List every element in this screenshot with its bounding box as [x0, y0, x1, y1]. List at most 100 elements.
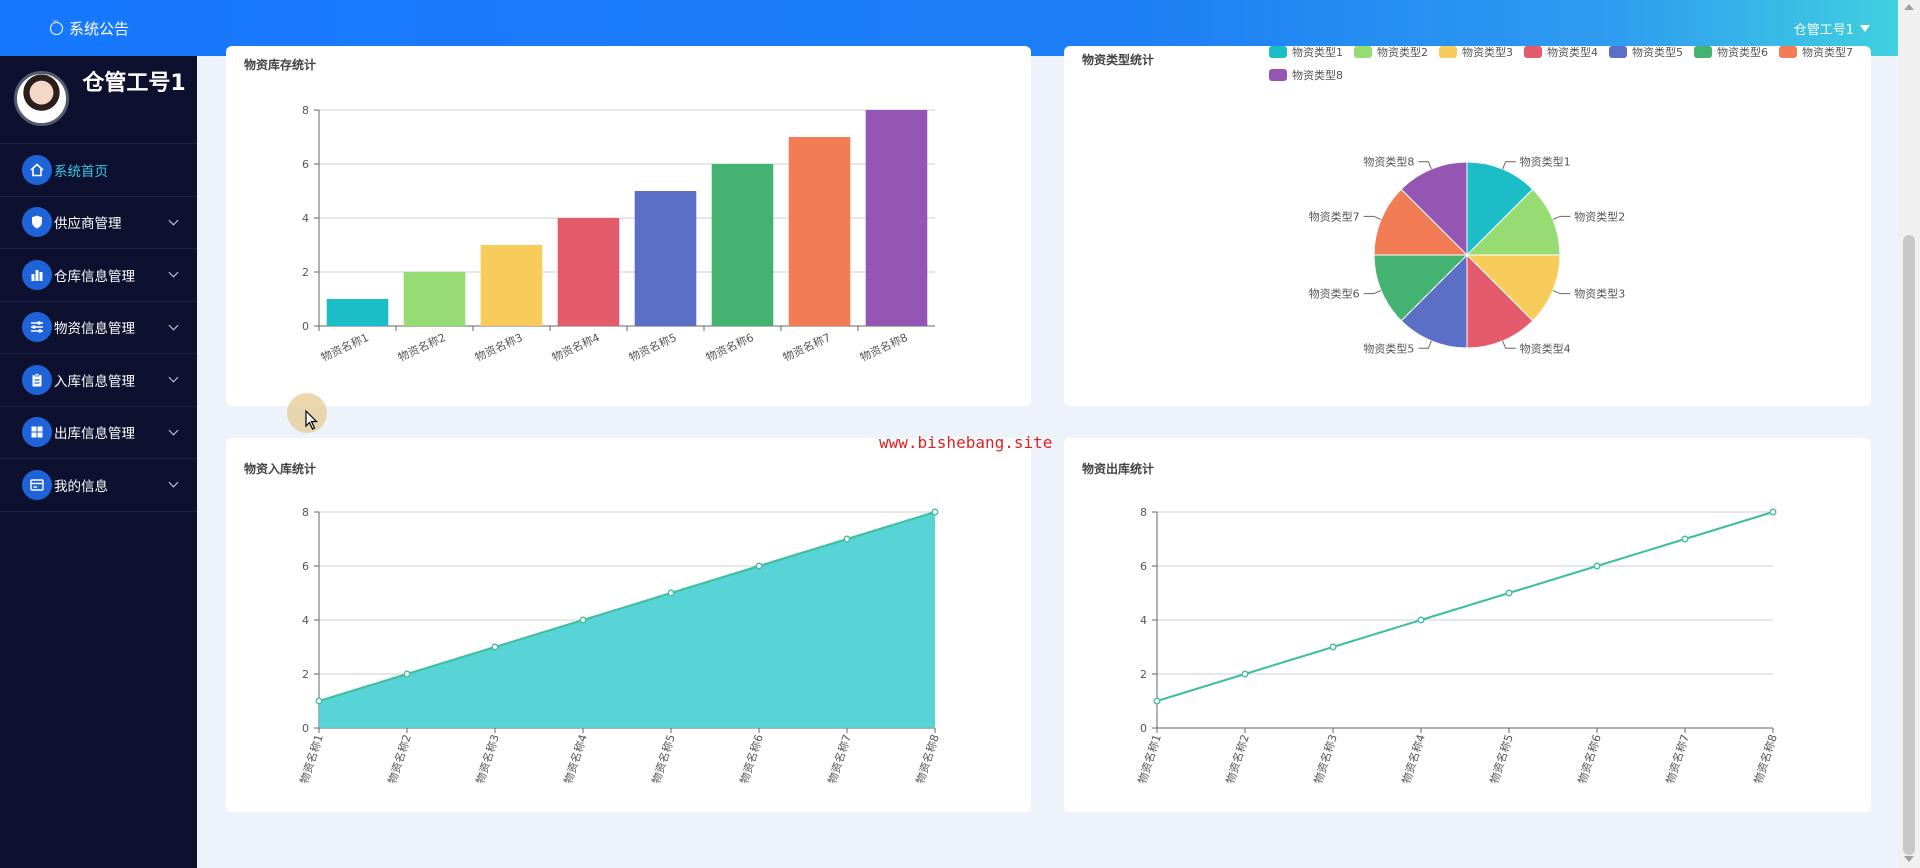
sidebar-item-home[interactable]: 系统首页	[0, 144, 197, 197]
legend-swatch	[1779, 46, 1797, 58]
sidebar-item-label: 我的信息	[54, 478, 108, 495]
x-tick-label: 物资名称3	[1311, 733, 1340, 786]
legend-label: 物资类型2	[1377, 46, 1428, 59]
y-tick-label: 6	[1140, 560, 1147, 573]
x-tick-label: 物资名称8	[1751, 733, 1780, 786]
legend-swatch	[1269, 69, 1287, 81]
data-point	[1681, 535, 1689, 543]
x-tick-label: 物资名称5	[649, 733, 678, 786]
x-tick-label: 物资名称1	[297, 733, 326, 786]
watermark: www.bishebang.site	[879, 433, 1053, 452]
data-point	[403, 670, 411, 678]
y-tick-label: 4	[1140, 614, 1147, 627]
data-point	[755, 562, 763, 570]
x-tick-label: 物资名称4	[550, 330, 602, 364]
scroll-down-arrow-icon[interactable]	[1904, 856, 1914, 862]
bar	[711, 164, 774, 326]
label-leader-line	[1502, 340, 1516, 349]
data-point	[491, 643, 499, 651]
sidebar-item-inbound[interactable]: 入库信息管理	[0, 354, 197, 407]
data-point	[315, 697, 323, 705]
y-tick-label: 6	[302, 560, 309, 573]
bar	[788, 137, 851, 326]
legend-swatch	[1524, 46, 1542, 58]
data-point	[1241, 670, 1249, 678]
sidebar-item-suppliers[interactable]: 供应商管理	[0, 197, 197, 249]
label-leader-line	[1418, 340, 1432, 349]
legend-swatch	[1354, 46, 1372, 58]
scroll-up-arrow-icon[interactable]	[1904, 4, 1914, 10]
legend-swatch	[1269, 46, 1287, 58]
x-tick-label: 物资名称5	[627, 330, 679, 364]
card-icon	[22, 469, 52, 500]
legend-swatch	[1694, 46, 1712, 58]
sidebar-item-label: 供应商管理	[54, 216, 122, 233]
x-tick-label: 物资名称7	[781, 330, 833, 364]
y-tick-label: 4	[302, 212, 309, 225]
x-tick-label: 物资名称2	[396, 330, 448, 364]
y-tick-label: 2	[302, 668, 309, 681]
data-point	[843, 535, 851, 543]
data-point	[931, 508, 939, 516]
sidebar-item-label: 入库信息管理	[54, 373, 135, 390]
legend-label: 物资类型5	[1632, 46, 1683, 59]
sidebar-item-my-info[interactable]: 我的信息	[0, 459, 197, 512]
series-line	[1156, 511, 1774, 702]
x-tick-label: 物资名称4	[1399, 733, 1428, 786]
data-point	[579, 616, 587, 624]
y-tick-label: 8	[1140, 506, 1147, 519]
x-tick-label: 物资名称5	[1487, 733, 1516, 786]
inventory-chart-card: 物资库存统计 0 2 4 6 8 物资名称1 物资名称2 物资名称3 物资名称4 物资名称5 物资名…	[226, 46, 1031, 406]
legend-swatch	[1439, 46, 1457, 58]
data-point	[1329, 643, 1337, 651]
y-tick-label: 0	[1140, 722, 1147, 735]
sidebar-item-outbound[interactable]: 出库信息管理	[0, 407, 197, 459]
chevron-down-icon	[168, 477, 179, 488]
clipboard-icon	[22, 364, 52, 395]
x-tick-label: 物资名称6	[704, 330, 756, 364]
chevron-down-icon	[168, 215, 179, 225]
scroll-thumb[interactable]	[1903, 235, 1915, 855]
sidebar-item-label: 物资信息管理	[54, 321, 135, 338]
x-tick-label: 物资名称4	[561, 733, 590, 786]
sidebar-item-label: 出库信息管理	[54, 426, 135, 443]
vertical-scrollbar[interactable]	[1898, 0, 1920, 868]
outbound-line-chart: 0 2 4 6 8 物资名称1 物资名称2 物资名称3 物资名称4 物资名称5 物资名称6 物资名称7…	[1135, 506, 1780, 786]
announcement-link[interactable]: 系统公告	[50, 17, 130, 39]
profile-panel: 仓管工号1	[0, 56, 197, 144]
bar	[326, 299, 389, 326]
label-leader-line	[1363, 290, 1382, 295]
sidebar-item-warehouse[interactable]: 仓库信息管理	[0, 249, 197, 302]
announcement-label: 系统公告	[69, 20, 130, 38]
slice-label: 物资类型4	[1520, 341, 1571, 355]
label-leader-line	[1363, 215, 1382, 220]
chevron-down-icon	[168, 267, 179, 278]
y-tick-label: 0	[302, 722, 309, 735]
x-tick-label: 物资名称1	[319, 330, 371, 364]
data-point	[1593, 562, 1601, 570]
legend-label: 物资类型6	[1717, 46, 1768, 59]
shield-icon	[22, 207, 52, 238]
chevron-down-icon	[168, 425, 179, 435]
legend-label: 物资类型1	[1292, 46, 1343, 59]
material-type-pie-chart: 物资类型1 物资类型2 物资类型3 物资类型4 物资类型5 物资类型6 物资类型7 物资类型8…	[1269, 46, 1853, 355]
grid-icon	[22, 417, 52, 448]
y-tick-label: 8	[302, 506, 309, 519]
slice-label: 物资类型2	[1574, 209, 1625, 223]
slice-label: 物资类型8	[1363, 155, 1414, 169]
bar	[557, 218, 620, 326]
outbound-chart-card: 物资出库统计 0 2 4 6 8 物资名称1 物资名称2 物资名称3 物资名称4 物资名称5 物资名…	[1064, 438, 1871, 812]
x-tick-label: 物资名称2	[385, 733, 414, 786]
data-point	[667, 589, 675, 597]
sidebar-item-materials[interactable]: 物资信息管理	[0, 302, 197, 354]
x-tick-label: 物资名称3	[473, 330, 525, 364]
home-icon	[22, 154, 52, 185]
bar	[865, 110, 928, 326]
inventory-bar-chart: 0 2 4 6 8 物资名称1 物资名称2 物资名称3 物资名称4 物资名称5 物资名称6 物资名称7…	[302, 104, 935, 364]
data-point	[1769, 508, 1777, 516]
material-type-chart-card: 物资类型统计 物资类型1 物资类型2 物资类型3 物资类型4 物资类型5 物资类型6 物资类…	[1064, 46, 1871, 406]
slice-label: 物资类型3	[1574, 287, 1625, 301]
data-point	[1153, 697, 1161, 705]
slice-label: 物资类型1	[1520, 155, 1571, 169]
user-dropdown[interactable]: 仓管工号1	[1794, 19, 1870, 38]
